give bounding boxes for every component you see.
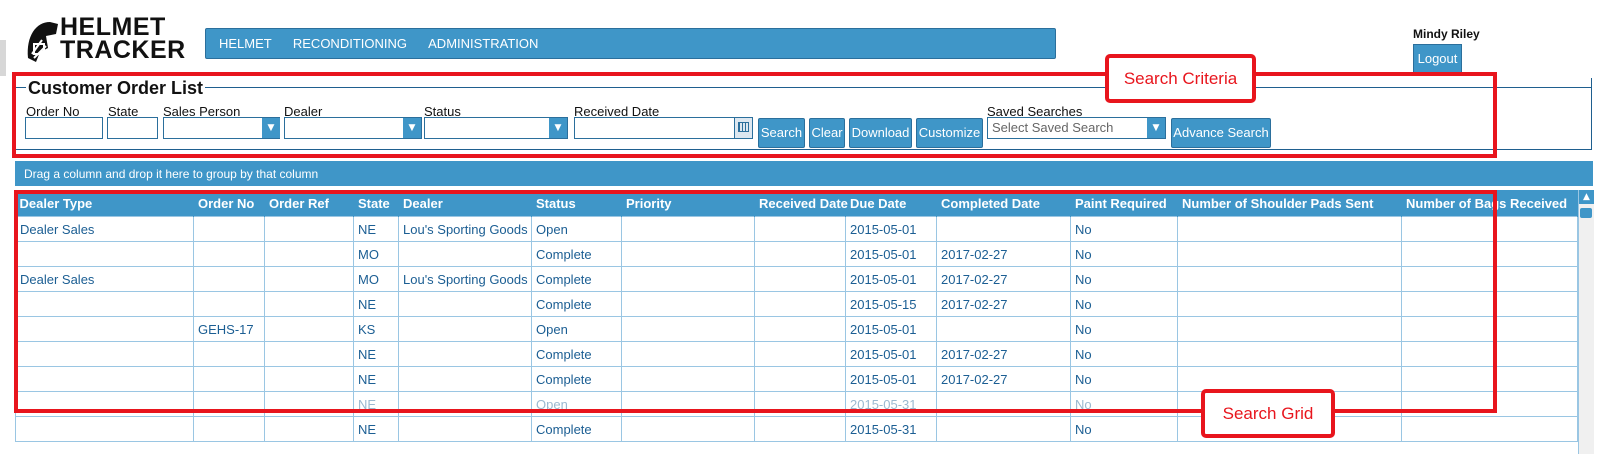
cell-received-date: [754, 416, 846, 442]
search-grid-callout: Search Grid: [1201, 389, 1335, 438]
cell-due-date: 2015-05-31: [845, 416, 937, 442]
cell-state: NE: [353, 416, 399, 442]
left-edge-strip: [0, 40, 6, 76]
cell-priority: [621, 416, 755, 442]
group-by-bar[interactable]: Drag a column and drop it here to group …: [15, 161, 1593, 186]
grid-scrollbar[interactable]: ▲: [1578, 190, 1594, 454]
logo-text: HELMET TRACKER: [60, 15, 186, 64]
cell-dealer: [398, 416, 532, 442]
cell-order-no: [193, 416, 265, 442]
logo-line-2: TRACKER: [60, 36, 186, 64]
helmet-tracker-logo: HELMET TRACKER: [26, 15, 186, 66]
cell-bags-received: [1401, 416, 1578, 442]
cell-completed-date: [936, 416, 1071, 442]
scroll-thumb[interactable]: [1580, 208, 1592, 218]
nav-item-administration[interactable]: ADMINISTRATION: [428, 29, 538, 58]
nav-item-helmet[interactable]: HELMET: [219, 29, 272, 58]
search-grid-highlight: [14, 190, 1497, 413]
cell-status: Complete: [531, 416, 622, 442]
cell-paint-required: No: [1070, 416, 1178, 442]
scroll-up-icon[interactable]: ▲: [1579, 190, 1594, 204]
main-nav: HELMET RECONDITIONING ADMINISTRATION: [205, 28, 1056, 59]
nav-item-reconditioning[interactable]: RECONDITIONING: [293, 29, 407, 58]
cell-order-ref: [264, 416, 354, 442]
helmet-icon: [27, 22, 58, 62]
cell-dealer-type: [15, 416, 194, 442]
search-criteria-callout: Search Criteria: [1105, 54, 1256, 103]
logout-button[interactable]: Logout: [1413, 44, 1462, 74]
search-criteria-highlight: [12, 72, 1497, 158]
table-row[interactable]: NE Complete 2015-05-31 No: [15, 416, 1578, 442]
user-name: Mindy Riley: [1413, 27, 1480, 41]
